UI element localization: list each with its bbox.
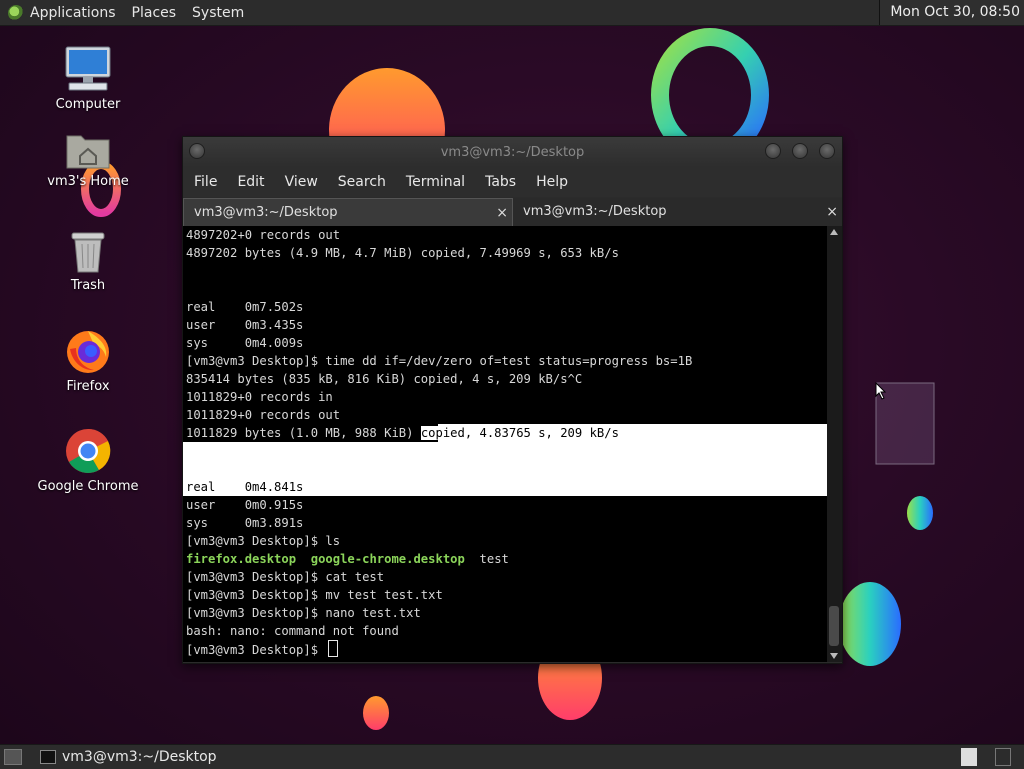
menu-help[interactable]: Help (525, 174, 577, 190)
desktop-icon-label: Google Chrome (37, 479, 139, 494)
tab-close-icon[interactable]: × (826, 198, 838, 226)
text-cursor (328, 640, 339, 657)
menu-edit[interactable]: Edit (226, 174, 273, 190)
terminal-window[interactable]: vm3@vm3:~/Desktop File Edit View Search … (182, 136, 843, 664)
firefox-icon (67, 331, 109, 373)
output-line: 1011829+0 records in (186, 390, 333, 404)
maximize-button[interactable] (792, 143, 808, 159)
desktop-icon-label: Firefox (66, 379, 110, 394)
output-line: 4897202+0 records out (186, 228, 341, 242)
menubar: File Edit View Search Terminal Tabs Help (183, 167, 842, 197)
mouse-pointer-icon (875, 382, 887, 400)
window-title: vm3@vm3:~/Desktop (440, 145, 585, 160)
taskbar-window-button[interactable]: vm3@vm3:~/Desktop (38, 746, 217, 768)
workspace-1[interactable] (961, 748, 977, 766)
menu-file[interactable]: File (183, 174, 226, 190)
output-line: 1011829 bytes (1.0 MB, 988 KiB) copied, … (186, 424, 619, 442)
system-menu[interactable]: System (192, 5, 244, 21)
tab-bar: vm3@vm3:~/Desktop × vm3@vm3:~/Desktop × (183, 198, 842, 226)
tab-1[interactable]: vm3@vm3:~/Desktop × (183, 198, 513, 226)
terminal-output[interactable]: 4897202+0 records out 4897202 bytes (4.9… (183, 226, 827, 662)
prompt: [vm3@vm3 Desktop]$ (186, 643, 326, 657)
output-line: [vm3@vm3 Desktop]$ cat test (186, 570, 385, 584)
tab-2[interactable]: vm3@vm3:~/Desktop × (513, 198, 842, 226)
desktop-icon-home[interactable]: vm3's Home (28, 130, 148, 189)
scroll-up-icon[interactable] (830, 229, 838, 235)
output-line: firefox.desktop google-chrome.desktop te… (186, 550, 509, 568)
output-line: [vm3@vm3 Desktop]$ ls (186, 534, 341, 548)
places-menu[interactable]: Places (132, 5, 177, 21)
output-line: [vm3@vm3 Desktop]$ mv test test.txt (186, 588, 443, 602)
minimize-button[interactable] (765, 143, 781, 159)
close-button[interactable] (819, 143, 835, 159)
distro-logo-icon[interactable] (8, 4, 24, 21)
output-line: real 0m7.502s (186, 300, 304, 314)
trash-icon (71, 232, 105, 273)
desktop-icon-firefox[interactable]: Firefox (28, 327, 148, 394)
tab-close-icon[interactable]: × (496, 199, 508, 227)
bottom-panel: vm3@vm3:~/Desktop (0, 744, 1024, 769)
top-panel: Applications Places System Mon Oct 30, 0… (0, 0, 1024, 26)
ls-entry-executable: firefox.desktop (186, 552, 297, 566)
applications-menu[interactable]: Applications (30, 5, 116, 21)
output-line: 4897202 bytes (4.9 MB, 4.7 MiB) copied, … (186, 246, 619, 260)
output-line: [vm3@vm3 Desktop]$ time dd if=/dev/zero … (186, 354, 693, 368)
scroll-down-icon[interactable] (830, 653, 838, 659)
output-line: 1011829+0 records out (186, 408, 341, 422)
output-line: 835414 bytes (835 kB, 816 KiB) copied, 4… (186, 372, 583, 386)
scrollbar-thumb[interactable] (829, 606, 839, 646)
chrome-icon (66, 428, 111, 473)
prompt-line[interactable]: [vm3@vm3 Desktop]$ (186, 640, 339, 658)
home-folder-icon (66, 135, 110, 169)
output-line: bash: nano: command not found (186, 624, 399, 638)
tab-label: vm3@vm3:~/Desktop (194, 205, 338, 220)
tab-label: vm3@vm3:~/Desktop (523, 204, 667, 219)
selected-text: copied, 4.83765 s, 209 kB/s (420, 426, 619, 440)
ls-entry-file: test (479, 552, 509, 566)
show-desktop-icon[interactable] (4, 749, 22, 765)
menu-tabs[interactable]: Tabs (474, 174, 525, 190)
terminal-icon (40, 750, 56, 764)
desktop-icon-trash[interactable]: Trash (28, 230, 148, 293)
output-line: [vm3@vm3 Desktop]$ nano test.txt (186, 606, 421, 620)
output-line: real 0m4.841s (186, 478, 304, 496)
output-line: user 0m3.435s (186, 318, 304, 332)
computer-icon (65, 46, 111, 91)
ls-entry-executable: google-chrome.desktop (310, 552, 465, 566)
output-line: user 0m0.915s (186, 498, 304, 512)
output-text: 1011829 bytes (1.0 MB, 988 KiB) (186, 426, 421, 440)
clock[interactable]: Mon Oct 30, 08:50 (879, 0, 1024, 25)
workspace-2[interactable] (995, 748, 1011, 766)
desktop-icon-label: Trash (70, 278, 106, 293)
menu-view[interactable]: View (274, 174, 327, 190)
taskbar-window-label: vm3@vm3:~/Desktop (62, 749, 217, 765)
output-line: sys 0m4.009s (186, 336, 304, 350)
desktop-icon-label: vm3's Home (47, 174, 129, 189)
terminal-scrollbar[interactable] (827, 226, 842, 662)
menu-search[interactable]: Search (327, 174, 395, 190)
output-line: sys 0m3.891s (186, 516, 304, 530)
desktop-icon-label: Computer (55, 97, 121, 112)
desktop-icon-computer[interactable]: Computer (28, 45, 148, 112)
menu-terminal[interactable]: Terminal (395, 174, 474, 190)
window-titlebar[interactable]: vm3@vm3:~/Desktop (183, 137, 842, 167)
desktop-icon-chrome[interactable]: Google Chrome (28, 427, 148, 494)
